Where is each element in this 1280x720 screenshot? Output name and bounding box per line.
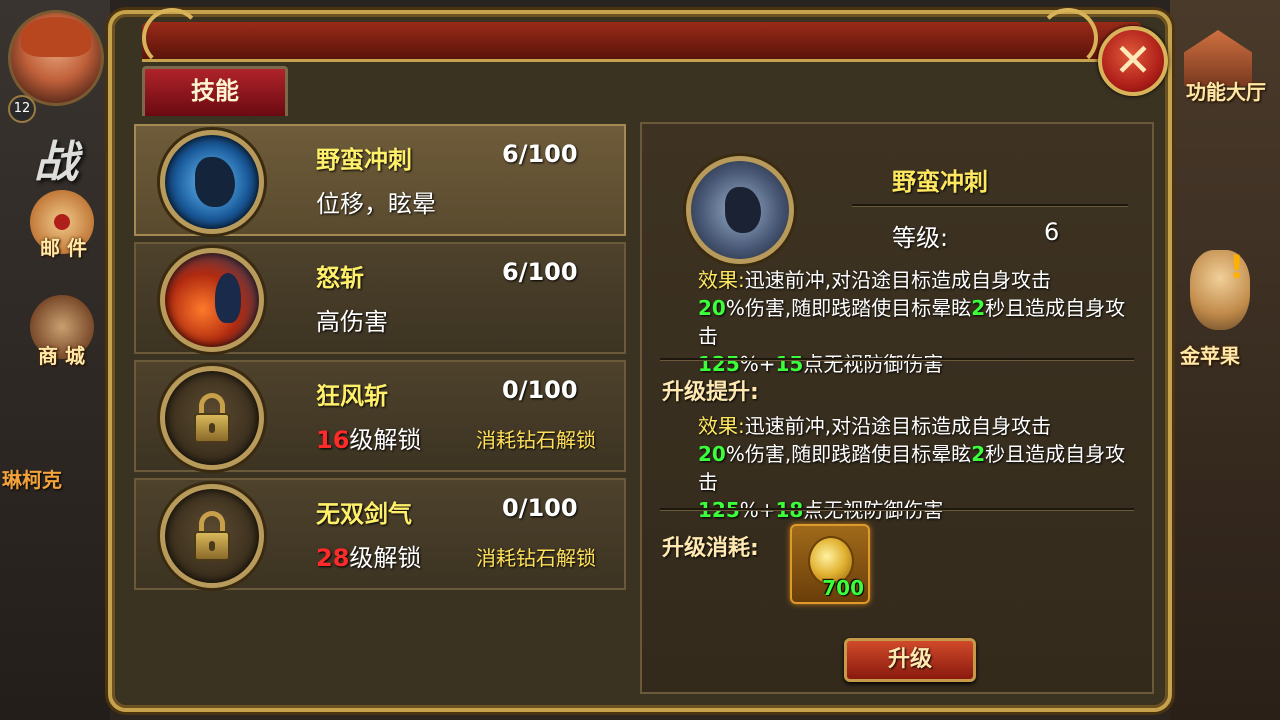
effect-number: 18 [775,498,804,522]
diamond-unlock-link[interactable]: 消耗钻石解锁 [476,542,596,571]
lock-body [194,531,230,561]
skill-progress: 6/100 [502,140,578,168]
golden-apple-label[interactable]: 金苹果 [1180,340,1240,369]
effect-text: %伤害,随即践踏使目标晕眩 [725,442,972,466]
effect-label: 效果: [698,268,745,292]
fury-slash-skill-icon [160,248,264,352]
player-level-badge: 12 [8,95,36,123]
lock-icon [160,484,264,588]
detail-skill-title: 野蛮冲刺 [892,168,988,196]
lock-icon [160,366,264,470]
effect-text: %+ [739,352,776,376]
tab-skills[interactable]: 技能 [142,66,288,116]
skill-progress: 0/100 [502,494,578,522]
close-button[interactable]: ✕ [1098,26,1168,96]
skill-description: 高伤害 [316,308,388,336]
ornament-icon [1038,8,1098,68]
effect-text: %伤害,随即践踏使目标晕眩 [725,296,972,320]
effect-number: 15 [775,352,804,376]
unlock-requirement: 28级解锁 [316,538,421,573]
skill-card-barbaric-charge[interactable]: 野蛮冲刺 6/100 位移，眩晕 [134,124,626,236]
side-character-name: 琳柯克 [2,468,62,492]
alert-icon: ! [1229,248,1244,286]
skill-name: 怒斩 [316,264,364,292]
skill-name: 狂风斩 [316,382,388,410]
effect-number: 20 [698,296,726,320]
effect-number: 125 [698,352,740,376]
skill-progress: 6/100 [502,258,578,286]
lock-body [194,413,230,443]
skill-detail-panel: 野蛮冲刺 等级: 6 效果:迅速前冲,对沿途目标造成自身攻击 20%伤害,随即践… [640,122,1154,694]
detail-level-value: 6 [1044,218,1060,246]
effect-text: 点无视防御伤害 [803,498,944,522]
section-divider [660,358,1134,360]
shop-label[interactable]: 商 城 [38,340,85,369]
unlock-requirement: 16级解锁 [316,420,421,455]
skill-name: 野蛮冲刺 [316,146,412,174]
gold-cost-item[interactable]: 700 [790,524,870,604]
skill-card-peerless-sword-qi[interactable]: 无双剑气 0/100 28级解锁 消耗钻石解锁 [134,478,626,590]
avatar-hair [21,17,91,57]
upgrade-boost-label: 升级提升: [662,380,759,405]
effect-number: 2 [971,442,986,466]
effect-text: %+ [739,498,776,522]
skill-progress: 0/100 [502,376,578,404]
skill-description: 位移，眩晕 [316,190,436,218]
barbaric-charge-skill-icon [160,130,264,234]
effect-number: 20 [698,442,726,466]
function-hall-label[interactable]: 功能大厅 [1186,76,1266,105]
unlock-suffix: 级解锁 [349,544,422,572]
war-banner-text: 战 [34,137,78,188]
title-divider [852,204,1128,206]
skill-list: 野蛮冲刺 6/100 位移，眩晕 怒斩 6/100 高伤害 狂风斩 0/100 … [134,124,626,594]
upgrade-cost-label: 升级消耗: [662,536,759,561]
unlock-level: 16 [316,426,350,454]
current-effect-text: 效果:迅速前冲,对沿途目标造成自身攻击 20%伤害,随即践踏使目标晕眩2秒且造成… [698,266,1138,378]
diamond-unlock-link[interactable]: 消耗钻石解锁 [476,424,596,453]
cost-amount: 700 [822,576,864,600]
section-divider [660,508,1134,510]
mail-label[interactable]: 邮 件 [40,232,87,261]
effect-number: 125 [698,498,740,522]
skill-name: 无双剑气 [316,500,412,528]
effect-text: 迅速前冲,对沿途目标造成自身攻击 [744,268,1052,292]
detail-level-label: 等级: [892,224,949,252]
skill-card-fury-slash[interactable]: 怒斩 6/100 高伤害 [134,242,626,354]
upgrade-button[interactable]: 升级 [844,638,976,682]
dialog-title-banner [142,22,1142,62]
unlock-suffix: 级解锁 [349,426,422,454]
effect-number: 2 [971,296,986,320]
effect-text: 点无视防御伤害 [803,352,944,376]
effect-label: 效果: [698,414,745,438]
skill-card-gale-slash[interactable]: 狂风斩 0/100 16级解锁 消耗钻石解锁 [134,360,626,472]
ornament-icon [142,8,202,68]
player-avatar[interactable] [8,10,104,106]
unlock-level: 28 [316,544,350,572]
effect-text: 迅速前冲,对沿途目标造成自身攻击 [744,414,1052,438]
selected-skill-icon [686,156,794,264]
